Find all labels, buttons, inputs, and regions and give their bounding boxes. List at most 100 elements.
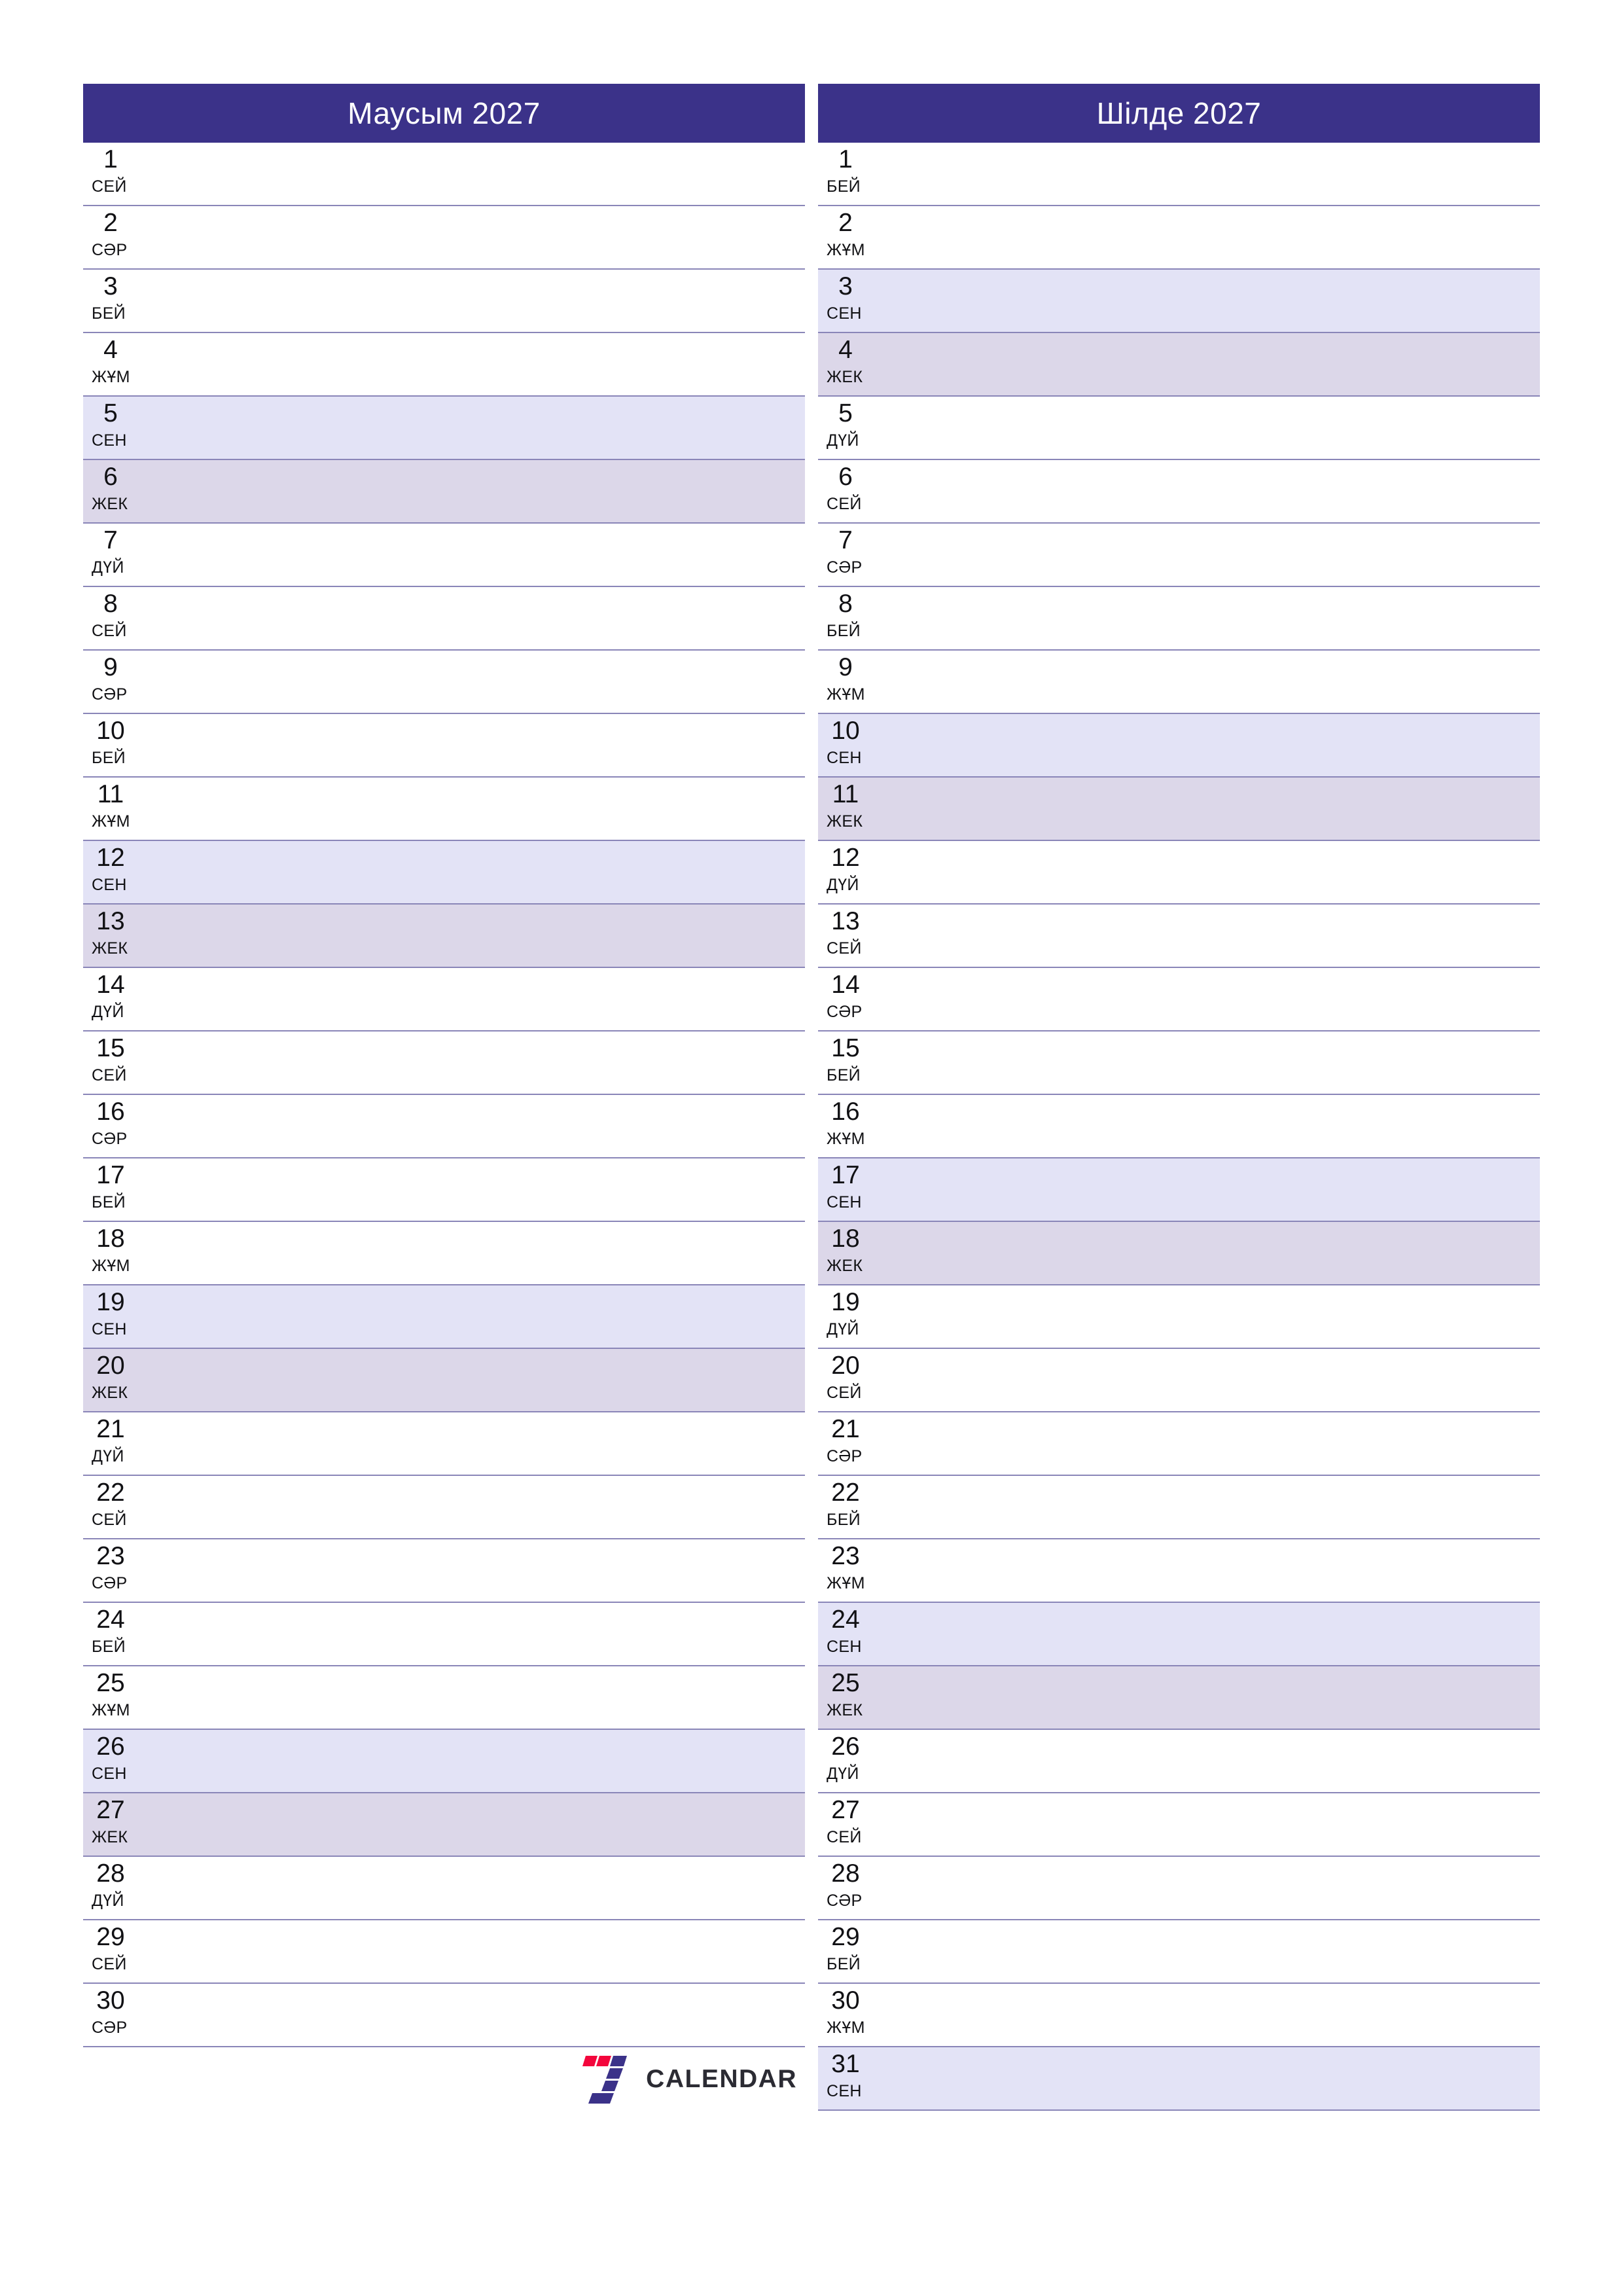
day-note-area[interactable] [142, 1285, 805, 1348]
day-row[interactable]: 25 ЖҰМ [83, 1666, 805, 1730]
day-row[interactable]: 12 СЕН [83, 841, 805, 905]
day-row[interactable]: 10 БЕЙ [83, 714, 805, 778]
day-row[interactable]: 4 ЖЕК [818, 333, 1540, 397]
day-note-area[interactable] [142, 1539, 805, 1602]
day-note-area[interactable] [877, 968, 1540, 1030]
day-row[interactable]: 8 БЕЙ [818, 587, 1540, 651]
day-note-area[interactable] [877, 1730, 1540, 1792]
day-row[interactable]: 22 СЕЙ [83, 1476, 805, 1539]
day-note-area[interactable] [142, 206, 805, 268]
day-row[interactable]: 22 БЕЙ [818, 1476, 1540, 1539]
day-note-area[interactable] [142, 1031, 805, 1094]
day-row[interactable]: 6 СЕЙ [818, 460, 1540, 524]
day-note-area[interactable] [877, 1603, 1540, 1665]
day-note-area[interactable] [142, 1222, 805, 1284]
day-row[interactable]: 28 СӘР [818, 1857, 1540, 1920]
day-note-area[interactable] [877, 778, 1540, 840]
day-row[interactable]: 21 ДҮЙ [83, 1412, 805, 1476]
day-note-area[interactable] [142, 778, 805, 840]
day-row[interactable]: 17 СЕН [818, 1158, 1540, 1222]
day-note-area[interactable] [877, 333, 1540, 395]
day-note-area[interactable] [142, 968, 805, 1030]
day-note-area[interactable] [142, 524, 805, 586]
day-row[interactable]: 9 СӘР [83, 651, 805, 714]
day-row[interactable]: 6 ЖЕК [83, 460, 805, 524]
day-note-area[interactable] [142, 1158, 805, 1221]
day-note-area[interactable] [142, 1095, 805, 1157]
day-row[interactable]: 2 ЖҰМ [818, 206, 1540, 270]
day-note-area[interactable] [142, 1666, 805, 1729]
day-note-area[interactable] [877, 1666, 1540, 1729]
day-row[interactable]: 3 БЕЙ [83, 270, 805, 333]
day-row[interactable]: 15 СЕЙ [83, 1031, 805, 1095]
day-note-area[interactable] [142, 333, 805, 395]
day-note-area[interactable] [142, 460, 805, 522]
day-row[interactable]: 26 ДҮЙ [818, 1730, 1540, 1793]
day-note-area[interactable] [877, 143, 1540, 205]
day-row[interactable]: 24 БЕЙ [83, 1603, 805, 1666]
day-row[interactable]: 12 ДҮЙ [818, 841, 1540, 905]
day-note-area[interactable] [142, 1857, 805, 1919]
day-note-area[interactable] [877, 841, 1540, 903]
day-row[interactable]: 27 ЖЕК [83, 1793, 805, 1857]
day-row[interactable]: 25 ЖЕК [818, 1666, 1540, 1730]
day-note-area[interactable] [877, 1984, 1540, 2046]
day-row[interactable]: 20 ЖЕК [83, 1349, 805, 1412]
day-note-area[interactable] [142, 1349, 805, 1411]
day-note-area[interactable] [877, 1158, 1540, 1221]
day-note-area[interactable] [142, 1603, 805, 1665]
day-note-area[interactable] [142, 905, 805, 967]
day-row[interactable]: 13 СЕЙ [818, 905, 1540, 968]
day-row[interactable]: 3 СЕН [818, 270, 1540, 333]
day-note-area[interactable] [877, 206, 1540, 268]
day-row[interactable]: 10 СЕН [818, 714, 1540, 778]
day-note-area[interactable] [142, 1412, 805, 1475]
day-note-area[interactable] [877, 1031, 1540, 1094]
day-row[interactable]: 19 ДҮЙ [818, 1285, 1540, 1349]
day-row[interactable]: 27 СЕЙ [818, 1793, 1540, 1857]
day-note-area[interactable] [142, 1984, 805, 2046]
day-row[interactable]: 4 ЖҰМ [83, 333, 805, 397]
day-note-area[interactable] [877, 1095, 1540, 1157]
day-note-area[interactable] [877, 1857, 1540, 1919]
day-row[interactable]: 20 СЕЙ [818, 1349, 1540, 1412]
day-note-area[interactable] [877, 1476, 1540, 1538]
day-row[interactable]: 16 ЖҰМ [818, 1095, 1540, 1158]
day-row[interactable]: 18 ЖЕК [818, 1222, 1540, 1285]
day-row[interactable]: 2 СӘР [83, 206, 805, 270]
day-note-area[interactable] [877, 1285, 1540, 1348]
day-note-area[interactable] [877, 397, 1540, 459]
day-note-area[interactable] [142, 841, 805, 903]
day-row[interactable]: 28 ДҮЙ [83, 1857, 805, 1920]
day-row[interactable]: 15 БЕЙ [818, 1031, 1540, 1095]
day-row[interactable]: 31 СЕН [818, 2047, 1540, 2111]
day-note-area[interactable] [877, 2047, 1540, 2109]
day-note-area[interactable] [142, 714, 805, 776]
day-note-area[interactable] [142, 1730, 805, 1792]
day-row[interactable]: 7 ДҮЙ [83, 524, 805, 587]
day-note-area[interactable] [877, 905, 1540, 967]
day-note-area[interactable] [142, 587, 805, 649]
day-row[interactable]: 1 БЕЙ [818, 143, 1540, 206]
day-note-area[interactable] [142, 651, 805, 713]
day-row[interactable]: 7 СӘР [818, 524, 1540, 587]
day-row[interactable]: 19 СЕН [83, 1285, 805, 1349]
day-row[interactable]: 29 СЕЙ [83, 1920, 805, 1984]
day-row[interactable]: 8 СЕЙ [83, 587, 805, 651]
day-row[interactable]: 11 ЖҰМ [83, 778, 805, 841]
day-note-area[interactable] [142, 1793, 805, 1856]
day-row[interactable]: 16 СӘР [83, 1095, 805, 1158]
day-note-area[interactable] [877, 1920, 1540, 1982]
day-row[interactable]: 29 БЕЙ [818, 1920, 1540, 1984]
day-row[interactable]: 5 ДҮЙ [818, 397, 1540, 460]
day-note-area[interactable] [877, 651, 1540, 713]
day-note-area[interactable] [877, 1349, 1540, 1411]
day-row[interactable]: 23 СӘР [83, 1539, 805, 1603]
day-row[interactable]: 18 ЖҰМ [83, 1222, 805, 1285]
day-row[interactable]: 13 ЖЕК [83, 905, 805, 968]
day-note-area[interactable] [142, 1476, 805, 1538]
day-note-area[interactable] [877, 1412, 1540, 1475]
day-row[interactable]: 1 СЕЙ [83, 143, 805, 206]
day-note-area[interactable] [142, 270, 805, 332]
day-note-area[interactable] [877, 1222, 1540, 1284]
